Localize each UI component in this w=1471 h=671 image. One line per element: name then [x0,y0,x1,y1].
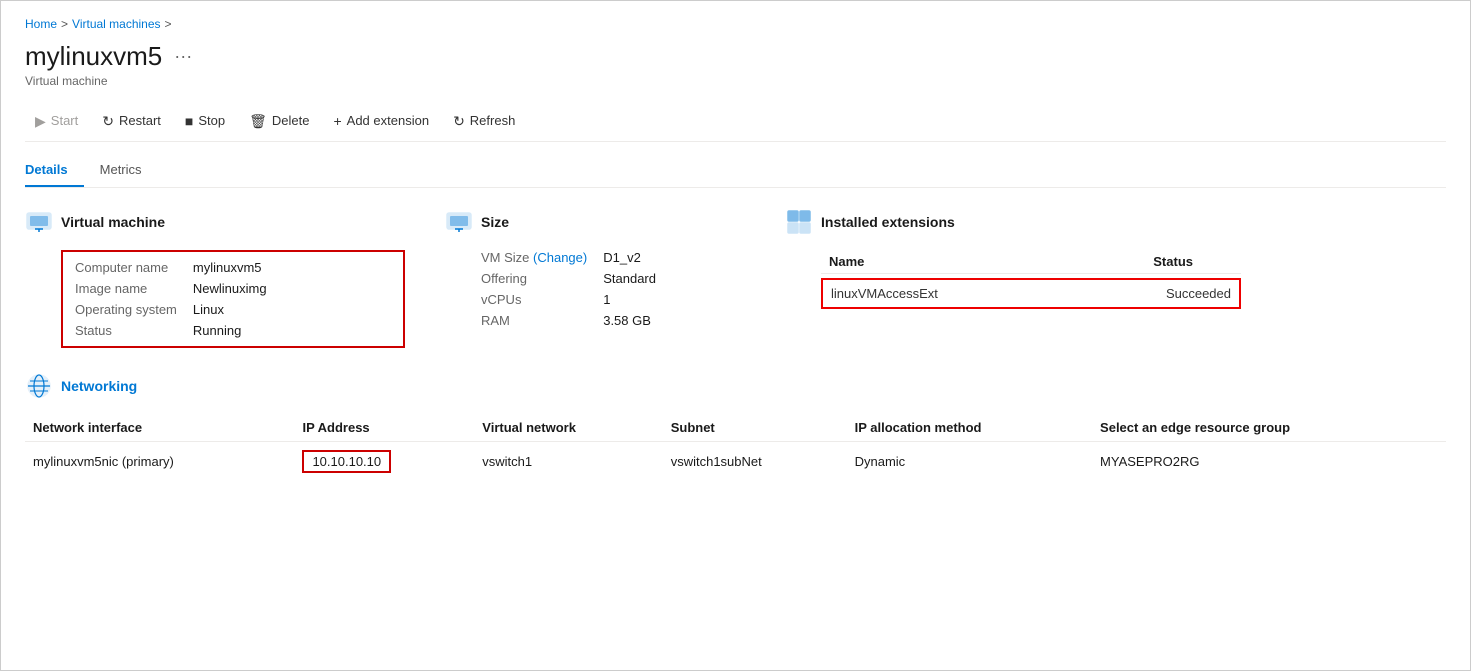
tabs: Details Metrics [25,154,1446,188]
add-extension-label: Add extension [347,113,429,128]
toolbar: ▶ Start ↻ Restart ■ Stop 🗑 Delete + Add … [25,100,1446,142]
vm-section: Virtual machine Computer name mylinuxvm5… [25,208,405,348]
stop-icon: ■ [185,114,193,128]
vm-field-value-3: Running [193,323,391,338]
restart-label: Restart [119,113,161,128]
net-td-ip: 10.10.10.10 [294,442,474,482]
vm-field-label-1: Image name [75,281,177,296]
size-section-header: Size [445,208,745,236]
extensions-table: Name Status linuxVMAccessExt Succeeded [821,250,1241,309]
size-field-label-0: VM Size (Change) [481,250,587,265]
ellipsis-button[interactable]: ··· [170,46,196,67]
size-field-value-2: 1 [603,292,745,307]
breadcrumb-home[interactable]: Home [25,17,57,31]
delete-label: Delete [272,113,310,128]
net-table-row: mylinuxvm5nic (primary) 10.10.10.10 vswi… [25,442,1446,482]
size-field-value-1: Standard [603,271,745,286]
net-td-alloc: Dynamic [847,442,1092,482]
vm-field-value-1: Newlinuximg [193,281,391,296]
sections-row: Virtual machine Computer name mylinuxvm5… [25,208,1446,348]
breadcrumb-sep2: > [165,17,172,31]
page-subtitle: Virtual machine [25,74,1446,88]
stop-label: Stop [198,113,225,128]
vm-field-value-2: Linux [193,302,391,317]
size-fields: VM Size (Change) D1_v2 Offering Standard… [481,250,745,328]
page-title: mylinuxvm5 [25,41,162,72]
tab-metrics[interactable]: Metrics [100,154,158,187]
size-field-label-3: RAM [481,313,587,328]
size-field-label-2: vCPUs [481,292,587,307]
ext-section-title: Installed extensions [821,214,955,230]
size-field-value-3: 3.58 GB [603,313,745,328]
stop-button[interactable]: ■ Stop [175,108,235,133]
net-th-subnet: Subnet [663,414,847,442]
net-td-vnet: vswitch1 [474,442,662,482]
net-section-header: Networking [25,372,1446,400]
size-section: Size VM Size (Change) D1_v2 Offering Sta… [445,208,745,328]
delete-icon: 🗑 [249,114,267,128]
net-th-vnet: Virtual network [474,414,662,442]
breadcrumb: Home > Virtual machines > [25,17,1446,31]
breadcrumb-vm[interactable]: Virtual machines [72,17,161,31]
net-table-header-row: Network interface IP Address Virtual net… [25,414,1446,442]
size-section-title: Size [481,214,509,230]
net-th-interface: Network interface [25,414,294,442]
ext-table-header: Name Status [821,250,1241,274]
ext-col-status: Status [1153,254,1233,269]
restart-button[interactable]: ↻ Restart [92,108,171,133]
net-th-alloc: IP allocation method [847,414,1092,442]
size-field-label-1: Offering [481,271,587,286]
vm-field-label-0: Computer name [75,260,177,275]
refresh-icon: ↻ [453,114,465,128]
vm-field-label-3: Status [75,323,177,338]
start-label: Start [51,113,78,128]
ext-section-header: Installed extensions [785,208,1205,236]
breadcrumb-sep1: > [61,17,68,31]
tab-details[interactable]: Details [25,154,84,187]
add-extension-button[interactable]: + Add extension [323,108,439,133]
vm-icon [25,208,53,236]
networking-table: Network interface IP Address Virtual net… [25,414,1446,481]
ext-col-name: Name [829,254,1149,269]
vm-fields: Computer name mylinuxvm5 Image name Newl… [75,260,391,338]
net-td-edge: MYASEPRO2RG [1092,442,1446,482]
net-section-title: Networking [61,378,137,394]
ext-table-row: linuxVMAccessExt Succeeded [821,278,1241,309]
content: Virtual machine Computer name mylinuxvm5… [25,188,1446,501]
ip-highlighted: 10.10.10.10 [302,450,391,473]
extensions-section: Installed extensions Name Status linuxVM… [785,208,1205,309]
net-th-ip: IP Address [294,414,474,442]
vm-section-header: Virtual machine [25,208,405,236]
start-button[interactable]: ▶ Start [25,108,88,133]
net-td-subnet: vswitch1subNet [663,442,847,482]
refresh-label: Refresh [470,113,516,128]
net-td-interface: mylinuxvm5nic (primary) [25,442,294,482]
ext-status: Succeeded [1166,286,1231,301]
start-icon: ▶ [35,114,46,128]
page-container: Home > Virtual machines > mylinuxvm5 ···… [1,1,1470,517]
size-icon [445,208,473,236]
vm-size-change-link[interactable]: (Change) [533,250,587,265]
vm-field-label-2: Operating system [75,302,177,317]
net-th-edge: Select an edge resource group [1092,414,1446,442]
ext-icon [785,208,813,236]
size-field-value-0: D1_v2 [603,250,745,265]
net-icon [25,372,53,400]
refresh-button[interactable]: ↻ Refresh [443,108,525,133]
vm-field-value-0: mylinuxvm5 [193,260,391,275]
delete-button[interactable]: 🗑 Delete [239,108,319,133]
add-icon: + [333,114,341,128]
vm-section-title: Virtual machine [61,214,165,230]
restart-icon: ↻ [102,114,114,128]
ext-name: linuxVMAccessExt [831,286,1162,301]
networking-section: Networking Network interface IP Address … [25,372,1446,481]
